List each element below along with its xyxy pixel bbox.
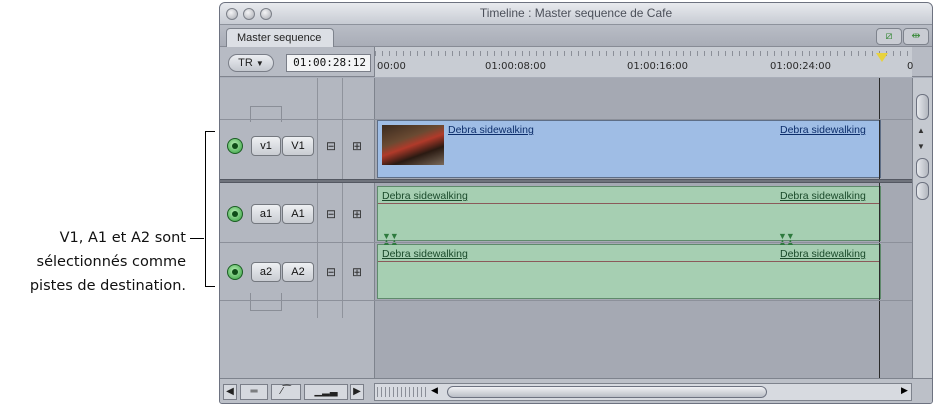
track-v1-visibility-toggle[interactable] xyxy=(227,138,243,154)
lock-icon[interactable]: ⊟ xyxy=(324,265,338,279)
ruler-label: 00:00 xyxy=(377,61,406,72)
window-title: Timeline : Master sequence de Cafe xyxy=(479,6,673,20)
zoom-slider-track[interactable] xyxy=(377,387,429,397)
scroll-up-arrow-icon[interactable]: ▲ xyxy=(917,126,925,135)
row-separator xyxy=(220,242,912,243)
scroll-down-arrow-icon[interactable]: ▼ xyxy=(917,142,925,151)
vertical-scroll-thumb-divider[interactable] xyxy=(916,158,929,178)
auto-select-icon[interactable]: ⊞ xyxy=(350,265,364,279)
clip-name-end: Debra sidewalking xyxy=(780,248,866,260)
keyframe-lines-button[interactable]: ⁄⁀ xyxy=(271,384,301,400)
callout-bracket-vertical xyxy=(205,131,206,287)
playhead-line[interactable] xyxy=(879,78,880,378)
audio-clip-a1[interactable]: Debra sidewalking Debra sidewalking ▼▼ ▼… xyxy=(377,186,881,241)
callout-line-3: pistes de destination. xyxy=(29,278,186,294)
ruler-label: 01:00:16:00 xyxy=(627,61,689,72)
audio-level-line xyxy=(378,261,880,262)
source-control-a1[interactable]: a1 xyxy=(251,204,281,224)
track-controls-panel: v1 V1 ⊟ ⊞ a1 A1 ⊟ ⊞ a2 A2 ⊟ ⊞ xyxy=(220,78,374,378)
callout-line-1: V1, A1 et A2 sont xyxy=(59,230,186,246)
patch-bracket-bottom xyxy=(250,293,282,311)
track-a1-audible-toggle[interactable] xyxy=(227,206,243,222)
timeline-header: TR ▼ 01:00:28:12 00:00 01:00:08:00 01:00… xyxy=(220,47,932,77)
row-separator xyxy=(220,119,912,120)
ruler-label: 0 xyxy=(907,61,914,72)
callout-dash xyxy=(190,238,204,239)
timeline-footer: ◀ ═ ⁄⁀ ▁▂▃ ▶ ◀ ▶ xyxy=(220,378,932,403)
destination-control-a1[interactable]: A1 xyxy=(282,204,314,224)
chevron-down-icon: ▼ xyxy=(255,59,264,68)
clip-thumbnail xyxy=(382,125,444,165)
track-height-button[interactable]: ▁▂▃ xyxy=(304,384,348,400)
speaker-icon[interactable]: ◀ xyxy=(223,384,237,400)
clip-name-end: Debra sidewalking xyxy=(780,190,866,202)
lock-icon[interactable]: ⊟ xyxy=(324,139,338,153)
playhead-marker-icon[interactable] xyxy=(876,53,888,62)
destination-control-a2[interactable]: A2 xyxy=(282,262,314,282)
track-height-dropdown[interactable]: TR ▼ xyxy=(228,54,274,72)
clip-name-end: Debra sidewalking xyxy=(780,124,866,136)
timeline-options-arrow-icon[interactable]: ▶ xyxy=(350,384,364,400)
clip-name-start: Debra sidewalking xyxy=(382,248,468,260)
tab-bar: Master sequence ⧄ ⇹ xyxy=(220,25,932,47)
ruler-label: 01:00:08:00 xyxy=(485,61,547,72)
horizontal-scroll-thumb[interactable] xyxy=(447,386,767,398)
tab-master-sequence[interactable]: Master sequence xyxy=(226,28,335,47)
clip-name-start: Debra sidewalking xyxy=(448,124,534,136)
audio-clip-a2[interactable]: ▲▲ ▲▲ Debra sidewalking Debra sidewalkin… xyxy=(377,237,881,299)
callout-bracket-bottom xyxy=(205,286,215,287)
source-control-v1[interactable]: v1 xyxy=(251,136,281,156)
source-control-a2[interactable]: a2 xyxy=(251,262,281,282)
vertical-scroll-thumb-upper[interactable] xyxy=(916,94,929,120)
scroll-left-arrow-icon[interactable]: ◀ xyxy=(431,385,438,396)
clip-name-start: Debra sidewalking xyxy=(382,190,468,202)
audio-level-line xyxy=(378,203,880,204)
ruler-label: 01:00:24:00 xyxy=(770,61,832,72)
callout-annotation: V1, A1 et A2 sont sélectionnés comme pis… xyxy=(0,226,186,298)
column-separator xyxy=(342,78,343,318)
column-separator xyxy=(317,78,318,318)
timeline-window: Timeline : Master sequence de Cafe Maste… xyxy=(219,2,933,404)
tr-label: TR xyxy=(238,57,253,69)
video-audio-divider[interactable] xyxy=(220,179,912,183)
snapping-button[interactable]: ⧄ xyxy=(876,28,902,45)
callout-bracket-top xyxy=(205,131,215,132)
vertical-scrollbar[interactable]: ▲ ▼ xyxy=(912,78,932,378)
track-a2-audible-toggle[interactable] xyxy=(227,264,243,280)
horizontal-scrollbar[interactable]: ◀ ▶ xyxy=(374,383,912,401)
linking-button[interactable]: ⇹ xyxy=(903,28,929,45)
video-clip-v1[interactable]: Debra sidewalking Debra sidewalking xyxy=(377,120,881,178)
ruler-ticks xyxy=(375,51,912,56)
time-ruler[interactable]: 00:00 01:00:08:00 01:00:16:00 01:00:24:0… xyxy=(374,47,914,77)
row-separator xyxy=(220,300,912,301)
vertical-scroll-thumb-lower[interactable] xyxy=(916,182,929,200)
lock-icon[interactable]: ⊟ xyxy=(324,207,338,221)
clip-overlays-button[interactable]: ═ xyxy=(240,384,268,400)
current-timecode-field[interactable]: 01:00:28:12 xyxy=(286,54,371,72)
title-bar: Timeline : Master sequence de Cafe xyxy=(220,3,932,25)
callout-line-2: sélectionnés comme xyxy=(36,254,186,270)
auto-select-icon[interactable]: ⊞ xyxy=(350,207,364,221)
tracks-area[interactable]: Debra sidewalking Debra sidewalking Debr… xyxy=(374,78,912,378)
destination-control-v1[interactable]: V1 xyxy=(282,136,314,156)
scroll-right-arrow-icon[interactable]: ▶ xyxy=(901,385,908,396)
auto-select-icon[interactable]: ⊞ xyxy=(350,139,364,153)
